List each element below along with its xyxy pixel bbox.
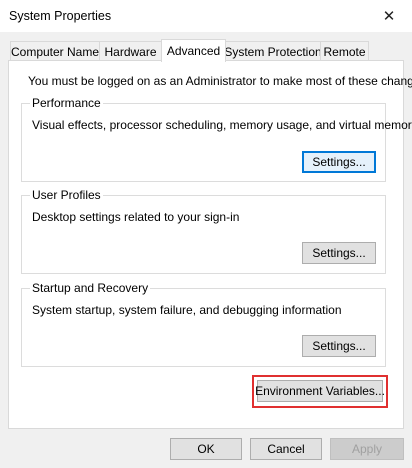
tab-strip: Computer Name Hardware Advanced System P…: [8, 39, 404, 62]
user-profiles-description: Desktop settings related to your sign-in: [32, 210, 240, 224]
performance-group-label: Performance: [30, 96, 103, 110]
advanced-tab-panel: You must be logged on as an Administrato…: [8, 60, 412, 429]
window-title: System Properties: [9, 9, 112, 23]
performance-settings-button[interactable]: Settings...: [302, 151, 376, 173]
apply-button[interactable]: Apply: [330, 438, 404, 460]
performance-description: Visual effects, processor scheduling, me…: [32, 118, 412, 132]
startup-recovery-settings-button[interactable]: Settings...: [302, 335, 376, 357]
tab-computer-name[interactable]: Computer Name: [10, 41, 100, 61]
cancel-button[interactable]: Cancel: [250, 438, 322, 460]
tab-remote[interactable]: Remote: [320, 41, 369, 61]
title-bar: System Properties ✕: [0, 0, 412, 32]
system-properties-window: System Properties ✕ Computer Name Hardwa…: [0, 0, 412, 468]
startup-recovery-group: Startup and Recovery System startup, sys…: [21, 281, 386, 367]
close-button[interactable]: ✕: [366, 0, 412, 32]
user-profiles-group: User Profiles Desktop settings related t…: [21, 188, 386, 274]
performance-group: Performance Visual effects, processor sc…: [21, 96, 412, 182]
admin-notice: You must be logged on as an Administrato…: [28, 74, 412, 88]
close-icon: ✕: [382, 8, 396, 25]
tab-hardware[interactable]: Hardware: [99, 41, 162, 61]
tab-system-protection[interactable]: System Protection: [224, 41, 322, 61]
user-profiles-group-label: User Profiles: [30, 188, 103, 202]
startup-recovery-description: System startup, system failure, and debu…: [32, 303, 342, 317]
environment-variables-button[interactable]: Environment Variables...: [255, 380, 385, 402]
user-profiles-settings-button[interactable]: Settings...: [302, 242, 376, 264]
ok-button[interactable]: OK: [170, 438, 242, 460]
tab-advanced[interactable]: Advanced: [161, 39, 226, 62]
startup-recovery-group-label: Startup and Recovery: [30, 281, 151, 295]
